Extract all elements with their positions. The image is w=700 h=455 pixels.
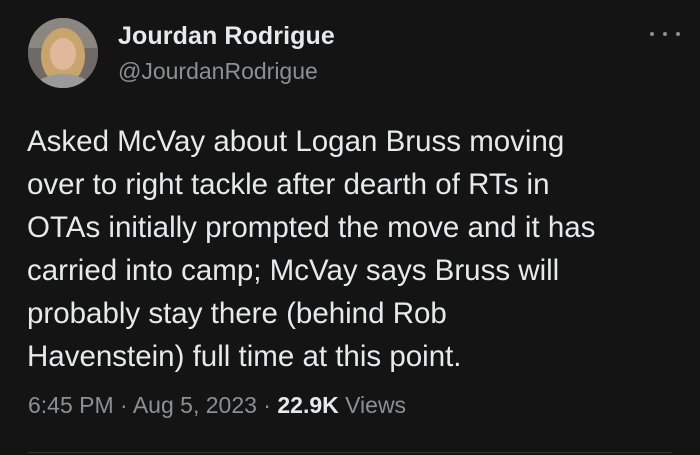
tweet-meta: 6:45 PM · Aug 5, 2023 · 22.9K Views — [28, 392, 406, 419]
tweet-time[interactable]: 6:45 PM — [28, 392, 114, 418]
meta-separator: · — [263, 392, 271, 418]
more-horizontal-icon — [650, 32, 654, 36]
more-horizontal-icon — [676, 32, 680, 36]
author-handle[interactable]: @JourdanRodrigue — [118, 58, 318, 85]
divider — [28, 452, 672, 453]
views-count[interactable]: 22.9K — [277, 392, 338, 418]
views-label: Views — [345, 392, 407, 418]
more-options-button[interactable] — [650, 24, 680, 44]
tweet-text: Asked McVay about Logan Bruss moving ove… — [27, 125, 596, 373]
tweet-date[interactable]: Aug 5, 2023 — [133, 392, 257, 418]
more-horizontal-icon — [663, 32, 667, 36]
meta-separator: · — [120, 392, 128, 418]
author-display-name[interactable]: Jourdan Rodrigue — [118, 22, 335, 51]
avatar[interactable] — [28, 18, 98, 88]
